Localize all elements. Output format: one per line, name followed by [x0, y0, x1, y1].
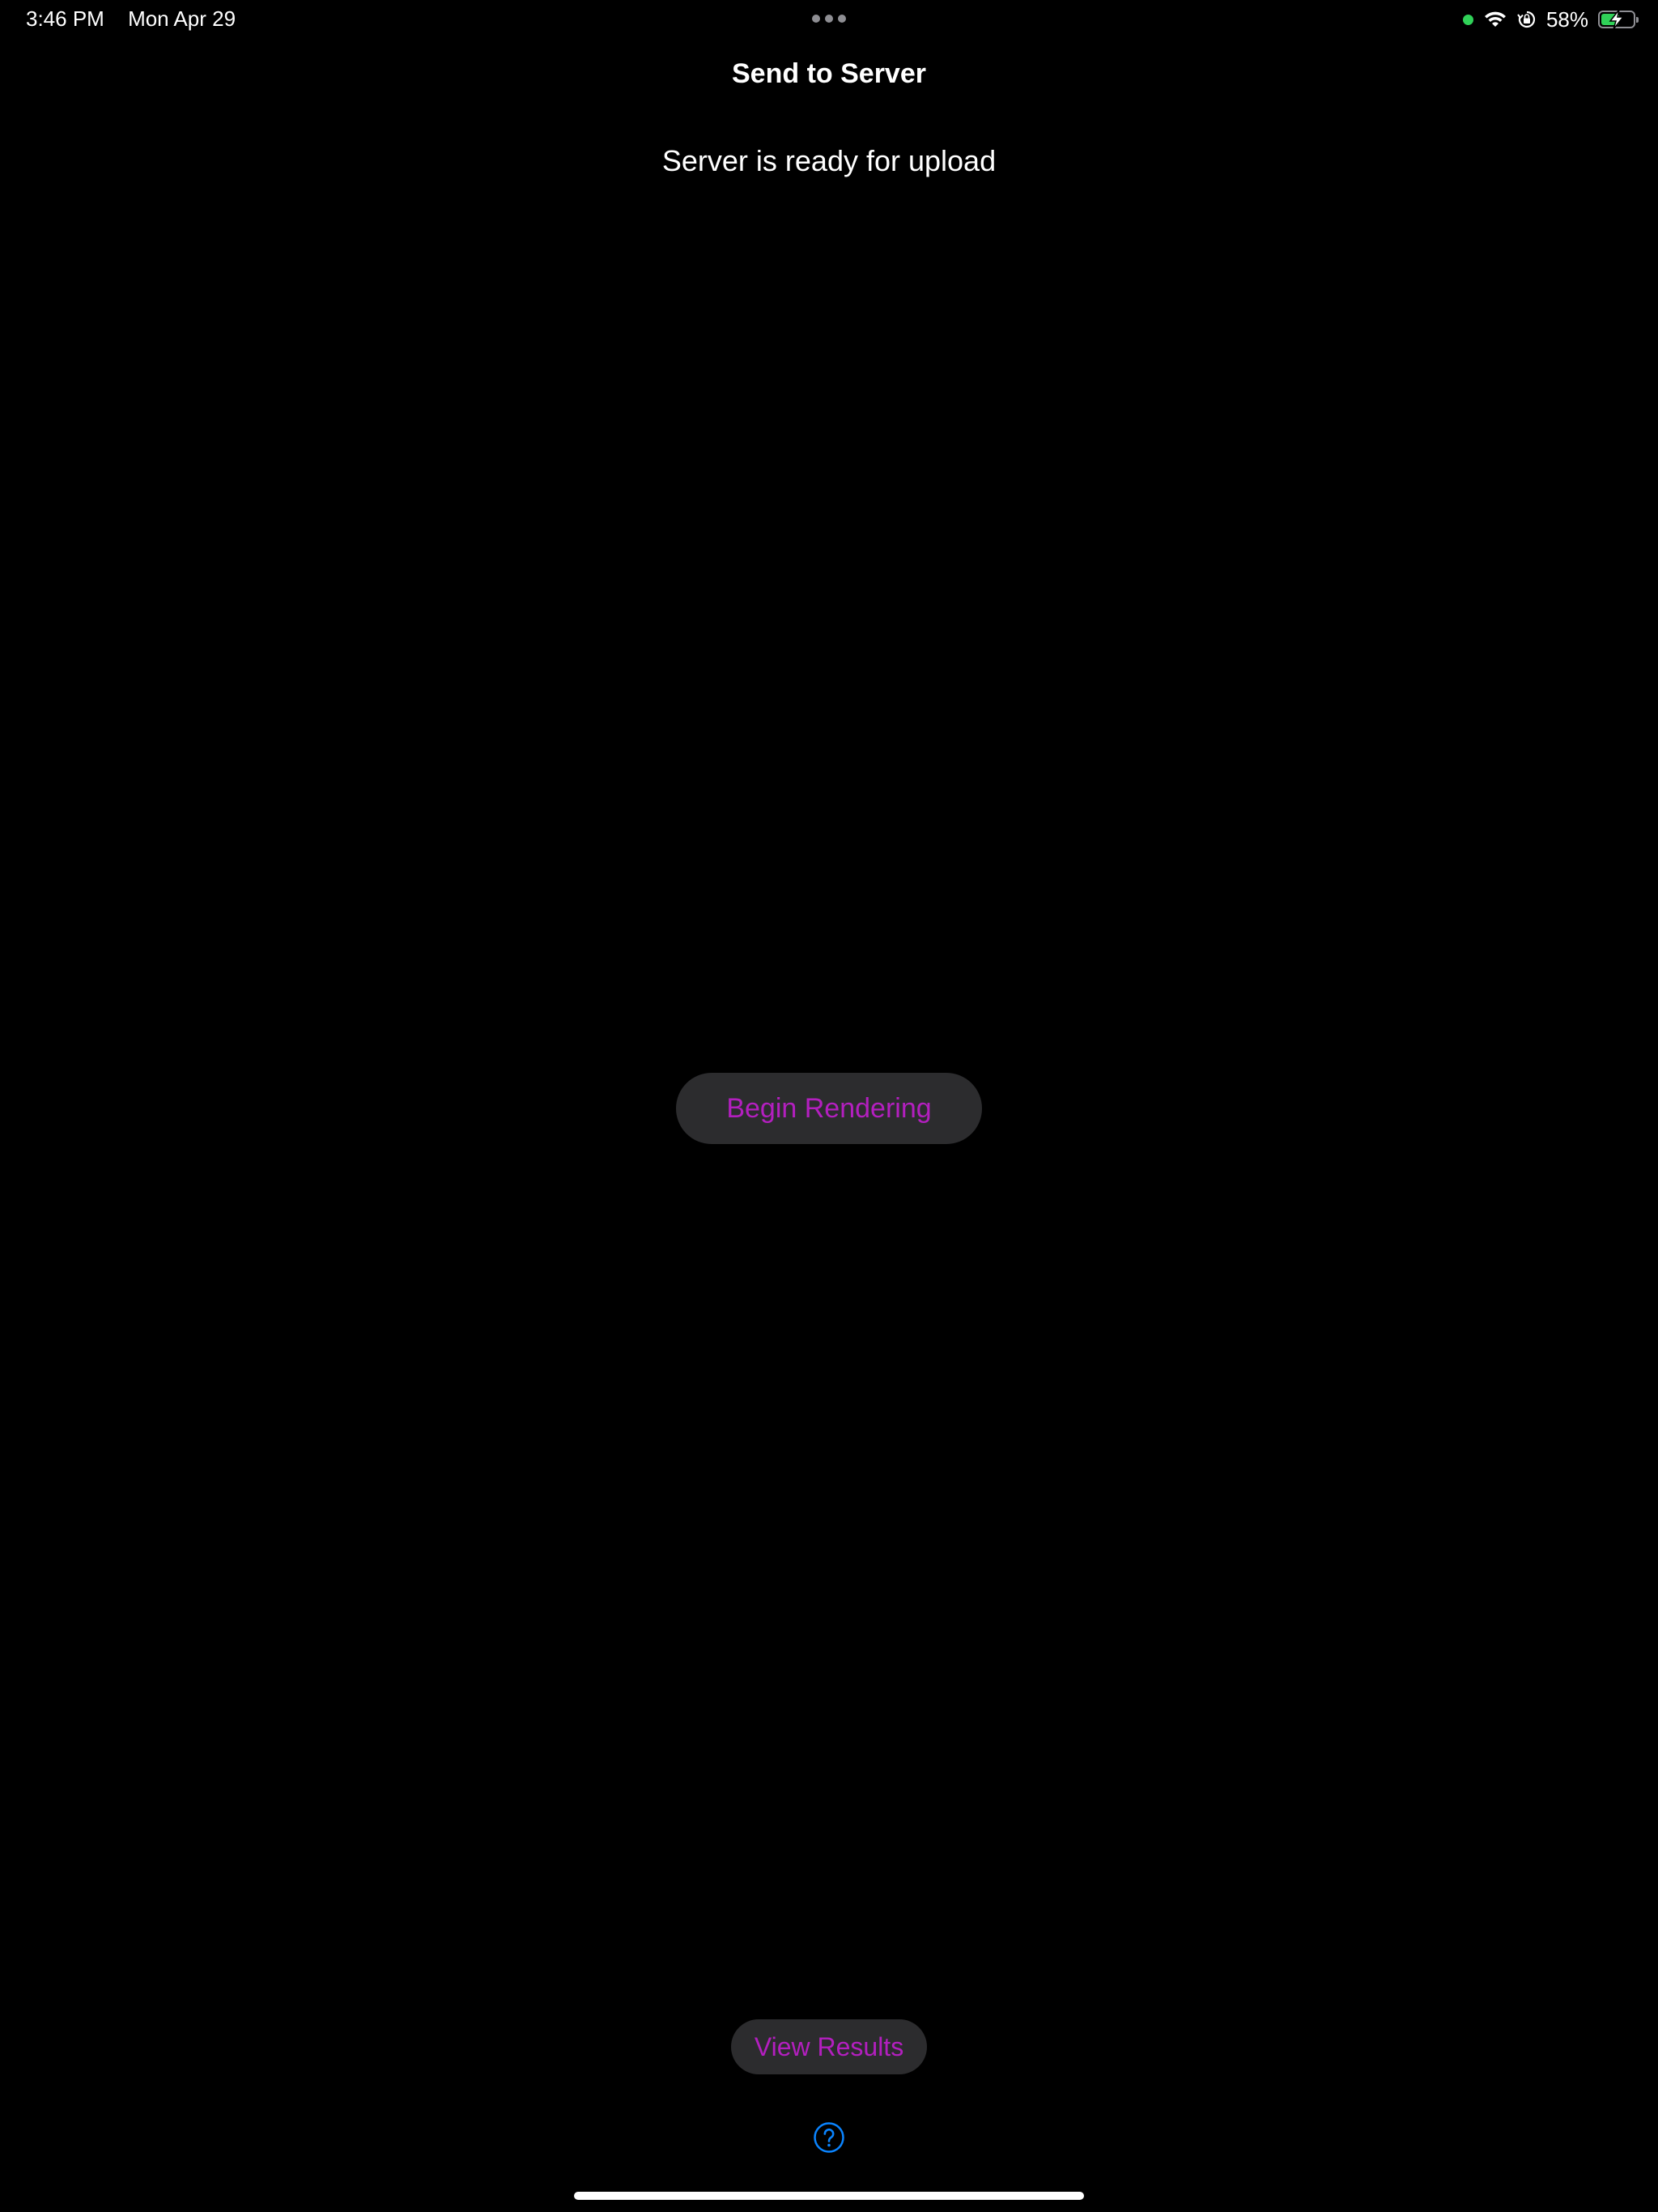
question-circle-icon[interactable] [813, 2121, 845, 2154]
server-status-message: Server is ready for upload [661, 144, 997, 177]
begin-rendering-button[interactable]: Begin Rendering [676, 1073, 982, 1144]
status-time: 3:46 PM [26, 6, 104, 31]
wifi-icon [1484, 11, 1506, 27]
status-indicators: 58% [1462, 6, 1639, 32]
status-bar: 3:46 PM Mon Apr 29 58% [0, 0, 1658, 39]
charging-bolt-icon [1609, 9, 1625, 30]
page-title: Send to Server [732, 58, 926, 89]
orientation-lock-icon [1517, 11, 1536, 28]
camera-in-use-indicator-icon [1462, 14, 1473, 25]
home-indicator[interactable] [574, 2192, 1084, 2200]
multitasking-menu-icon[interactable] [812, 15, 846, 23]
status-date: Mon Apr 29 [128, 6, 236, 31]
battery-charging-icon [1598, 9, 1639, 30]
view-results-button[interactable]: View Results [731, 2019, 927, 2074]
status-time-date: 3:46 PM Mon Apr 29 [26, 6, 236, 32]
battery-percent: 58% [1545, 6, 1588, 32]
